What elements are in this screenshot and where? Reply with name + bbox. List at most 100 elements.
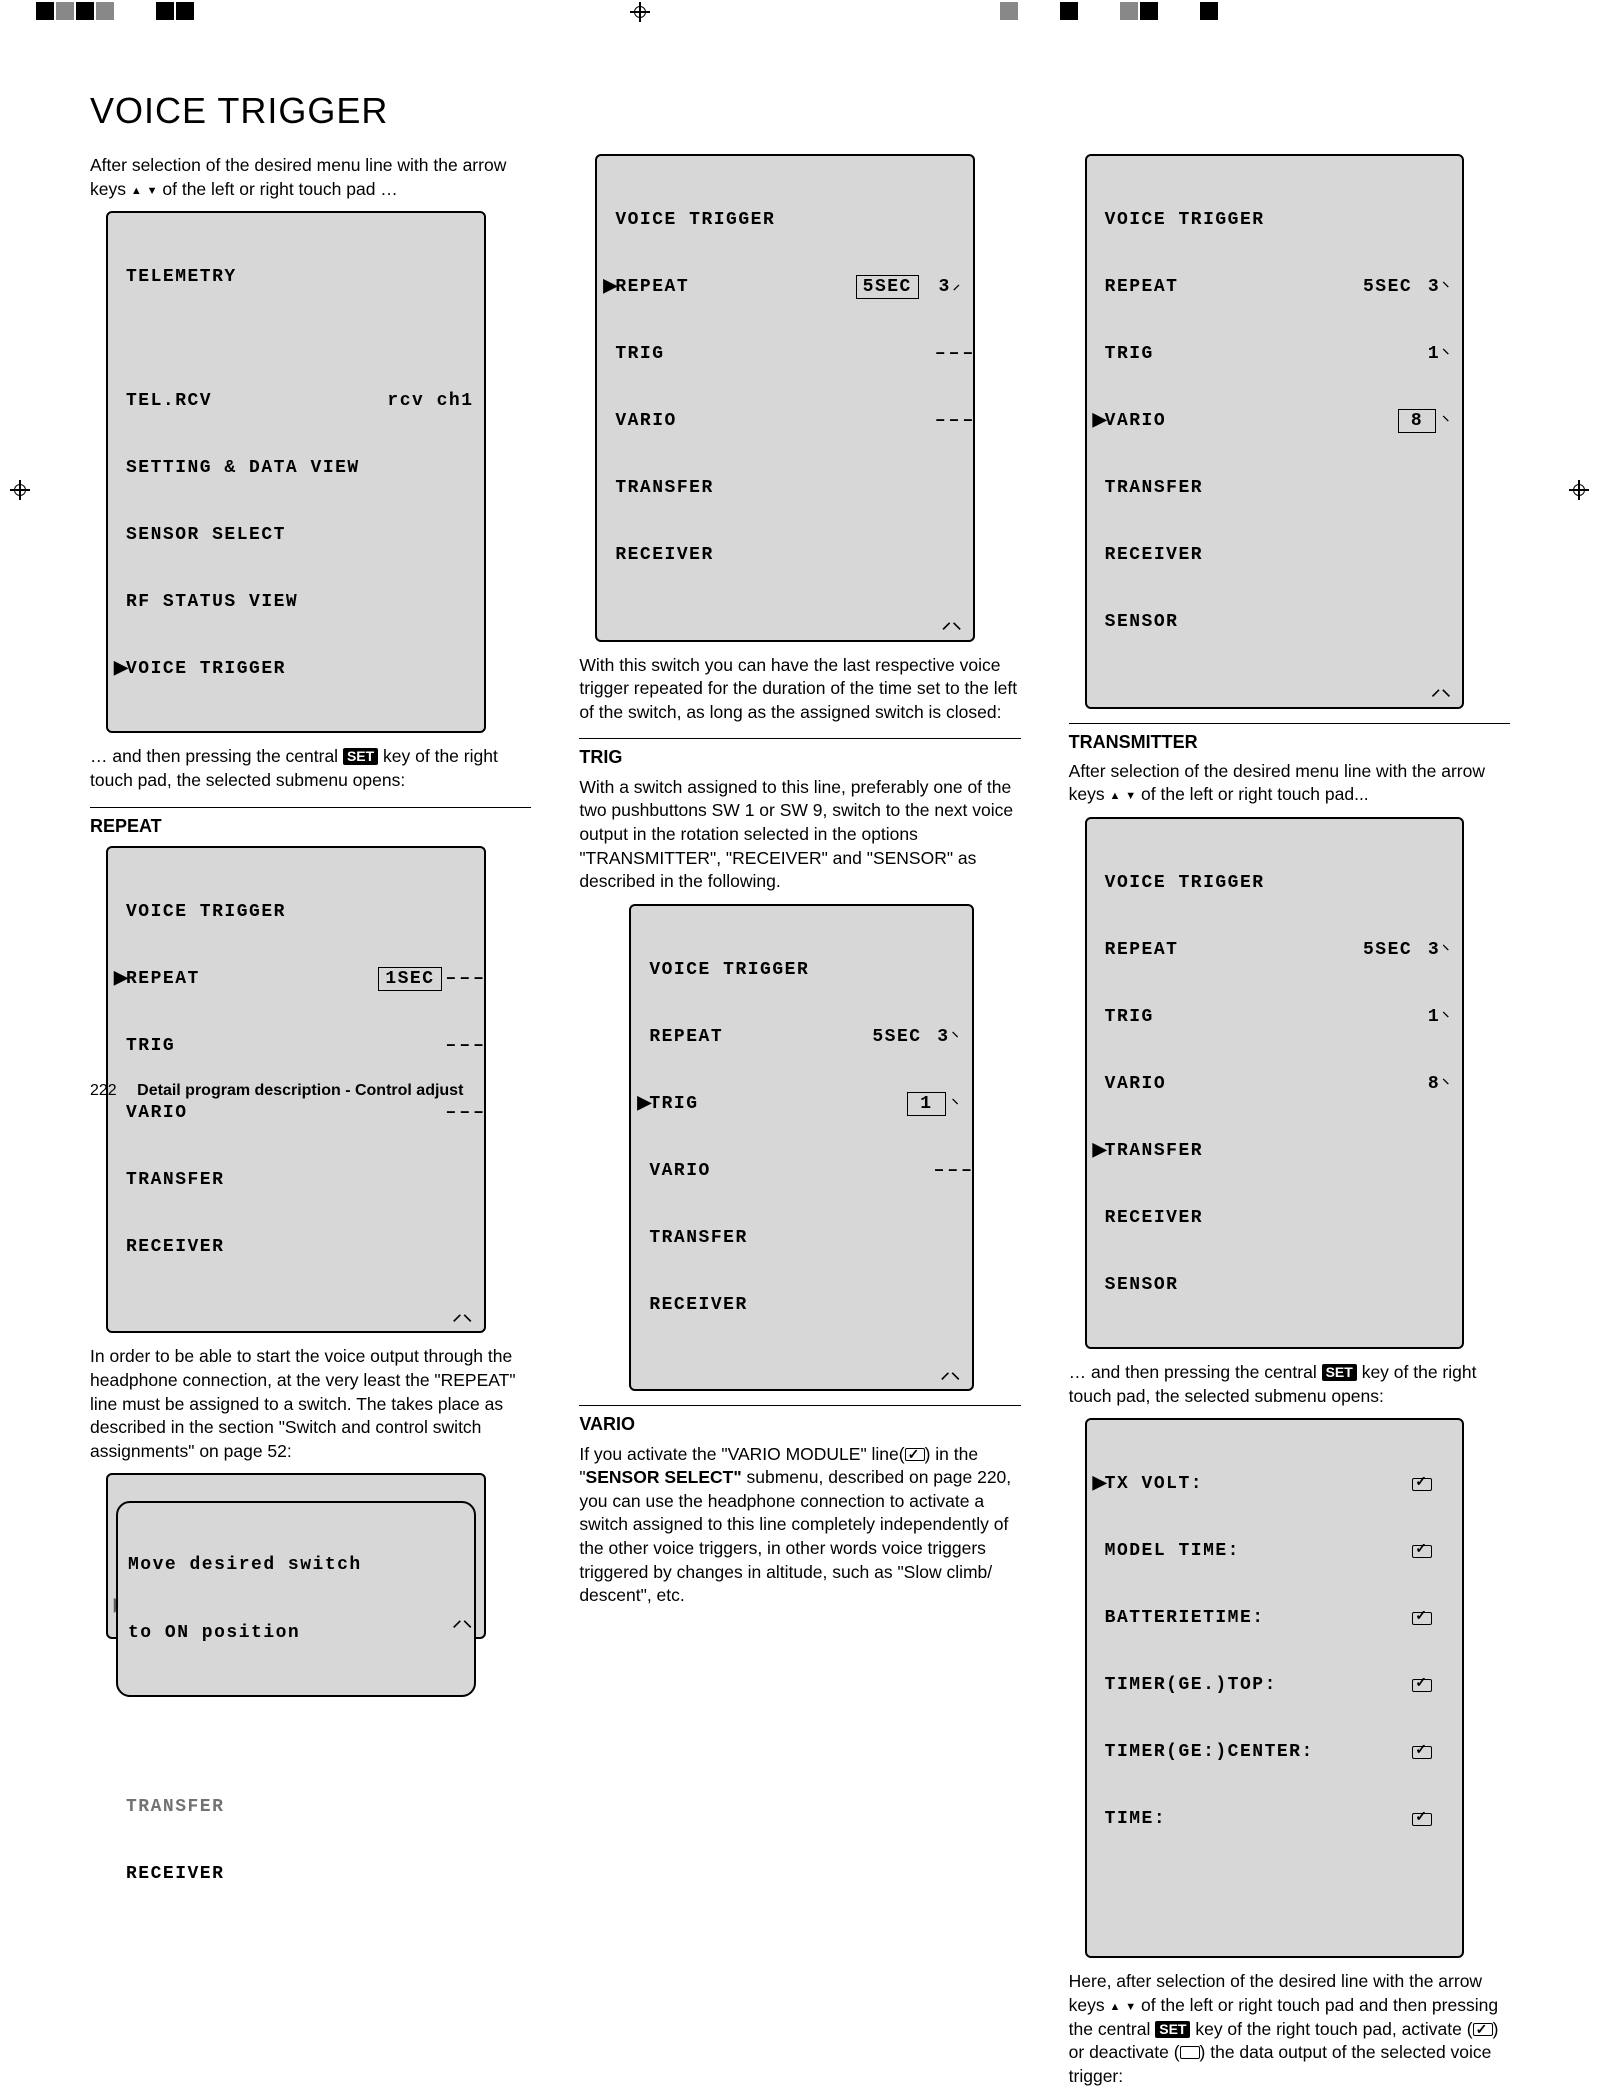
lcd-switch: 1 [1412,343,1440,366]
lcd-line: MODEL TIME: [1105,1540,1240,1563]
text: If you activate the "VARIO MODULE" line( [579,1444,904,1464]
lcd-line: SENSOR SELECT [126,524,286,547]
lcd-line: RECEIVER [1105,544,1203,567]
text: of the left or right touch pad … [158,179,398,199]
lcd-value-box: 8 [1398,409,1436,434]
lcd-voice-trigger-trig: VOICE TRIGGER REPEAT5SEC3 ▶TRIG1 VARIO––… [629,904,973,1392]
lcd-line: TIME: [1105,1808,1167,1831]
lcd-corner-mark-icon: ⸝⸜ [942,613,963,636]
text: … and then pressing the central [90,746,343,766]
heading-trig: TRIG [579,738,1020,769]
arrow-down-icon [1125,1995,1136,2015]
lcd-voice-trigger-popup: VOICE TRIGGER ▶REPEAT1SEC TRANSFER RECEI… [106,1473,486,1639]
lcd-voice-trigger-repeat-5sec: VOICE TRIGGER ▶REPEAT5SEC3 TRIG––– VARIO… [595,154,975,642]
col1-p1: After selection of the desired menu line… [90,154,531,201]
checkbox-checked-icon [905,1448,925,1461]
checkbox-checked-icon [1412,1612,1432,1625]
set-key-icon: SET [1322,1364,1357,1381]
heading-transmitter: TRANSMITTER [1069,723,1510,754]
page-title: VOICE TRIGGER [90,90,1510,132]
lcd-line: TIMER(GE:)CENTER: [1105,1741,1314,1764]
page-footer: 222 Detail program description - Control… [90,1082,463,1100]
set-key-icon: SET [343,748,378,765]
lcd-value: rcv ch1 [387,390,473,413]
switch-up-icon [952,1095,962,1113]
lcd-line: TRANSFER [126,1169,224,1192]
checkbox-empty-icon [1180,2046,1200,2059]
column-2: VOICE TRIGGER ▶REPEAT5SEC3 TRIG––– VARIO… [579,154,1020,2098]
column-3: VOICE TRIGGER REPEAT5SEC3 TRIG1 ▶VARIO8 … [1069,154,1510,2098]
checkbox-checked-icon [1412,1478,1432,1491]
lcd-line: RECEIVER [126,1863,224,1886]
lcd-line: REPEAT [615,276,689,299]
lcd-value-box: 5SEC [856,275,919,300]
lcd-line: REPEAT [1105,939,1179,962]
lcd-corner-mark-icon: ⸝⸜ [453,1305,474,1328]
lcd-switch: 3 [923,276,951,299]
lcd-line: TRANSFER [615,477,713,500]
lcd-title: VOICE TRIGGER [1105,872,1265,895]
lcd-line: TRIG [1105,343,1154,366]
col1-p3: In order to be able to start the voice o… [90,1345,531,1463]
text: key of the right touch pad, activate ( [1190,2019,1472,2039]
lcd-corner-mark-icon: ⸝⸜ [453,1611,474,1634]
arrow-up-icon [1110,1995,1121,2015]
set-key-icon: SET [1155,2021,1190,2038]
lcd-telemetry: TELEMETRY TEL.RCVrcv ch1 SETTING & DATA … [106,211,486,733]
lcd-title: VOICE TRIGGER [126,901,286,924]
popup-line2: to ON position [128,1622,464,1645]
lcd-line: VARIO [1105,410,1167,433]
switch-up-icon [1442,941,1452,959]
lcd-line: TRIG [615,343,664,366]
lcd-line: REPEAT [1105,276,1179,299]
lcd-line-selected: VOICE TRIGGER [126,658,286,681]
lcd-line: VARIO [126,1102,188,1125]
lcd-corner-mark-icon: ⸝⸜ [941,1363,962,1386]
checkbox-checked-icon [1412,1813,1432,1826]
print-marks-top [0,0,1599,22]
lcd-title: VOICE TRIGGER [1105,209,1265,232]
lcd-line: VARIO [649,1160,711,1183]
checkbox-checked-icon [1412,1679,1432,1692]
switch-up-icon [1442,278,1452,296]
lcd-line-selected: TRANSFER [1105,1140,1203,1163]
lcd-line: RECEIVER [126,1236,224,1259]
lcd-voice-trigger-transfer: VOICE TRIGGER REPEAT5SEC3 TRIG1 VARIO8 ▶… [1085,817,1465,1349]
col2-p3: If you activate the "VARIO MODULE" line(… [579,1443,1020,1608]
lcd-line: BATTERIETIME: [1105,1607,1265,1630]
checkbox-checked-icon [1412,1746,1432,1759]
lcd-corner-mark-icon: ⸝⸜ [1431,680,1452,703]
lcd-line: SENSOR [1105,611,1179,634]
arrow-up-icon [1110,784,1121,804]
checkbox-checked-icon [1412,1545,1432,1558]
arrow-up-icon [131,179,142,199]
lcd-popup: Move desired switch to ON position [116,1501,476,1697]
arrow-down-icon [1125,784,1136,804]
col3-p1: After selection of the desired menu line… [1069,760,1510,807]
switch-up-icon [952,1028,962,1046]
lcd-line: RECEIVER [615,544,713,567]
text: of the left or right touch pad... [1136,784,1369,804]
lcd-title: VOICE TRIGGER [649,959,809,982]
lcd-line: TRANSFER [1105,477,1203,500]
lcd-switch: ––– [446,1102,474,1125]
lcd-line: TRIG [649,1093,698,1116]
lcd-value: 5SEC [1352,939,1412,962]
lcd-line: SETTING & DATA VIEW [126,457,360,480]
lcd-value: 5SEC [1352,276,1412,299]
lcd-line: RECEIVER [1105,1207,1203,1230]
column-1: After selection of the desired menu line… [90,154,531,2098]
text-bold: SENSOR SELECT" [586,1467,742,1487]
lcd-line: TEL.RCV [126,390,212,413]
lcd-switch: 3 [1412,939,1440,962]
lcd-line: TRANSFER [649,1227,747,1250]
popup-line1: Move desired switch [128,1554,464,1577]
lcd-switch: 3 [922,1026,950,1049]
arrow-down-icon [147,179,158,199]
switch-down-icon [953,278,963,296]
lcd-title: VOICE TRIGGER [615,209,775,232]
lcd-switch: 3 [1412,276,1440,299]
lcd-line: RF STATUS VIEW [126,591,298,614]
lcd-switch: ––– [446,968,474,991]
checkbox-checked-icon [1473,2023,1493,2036]
